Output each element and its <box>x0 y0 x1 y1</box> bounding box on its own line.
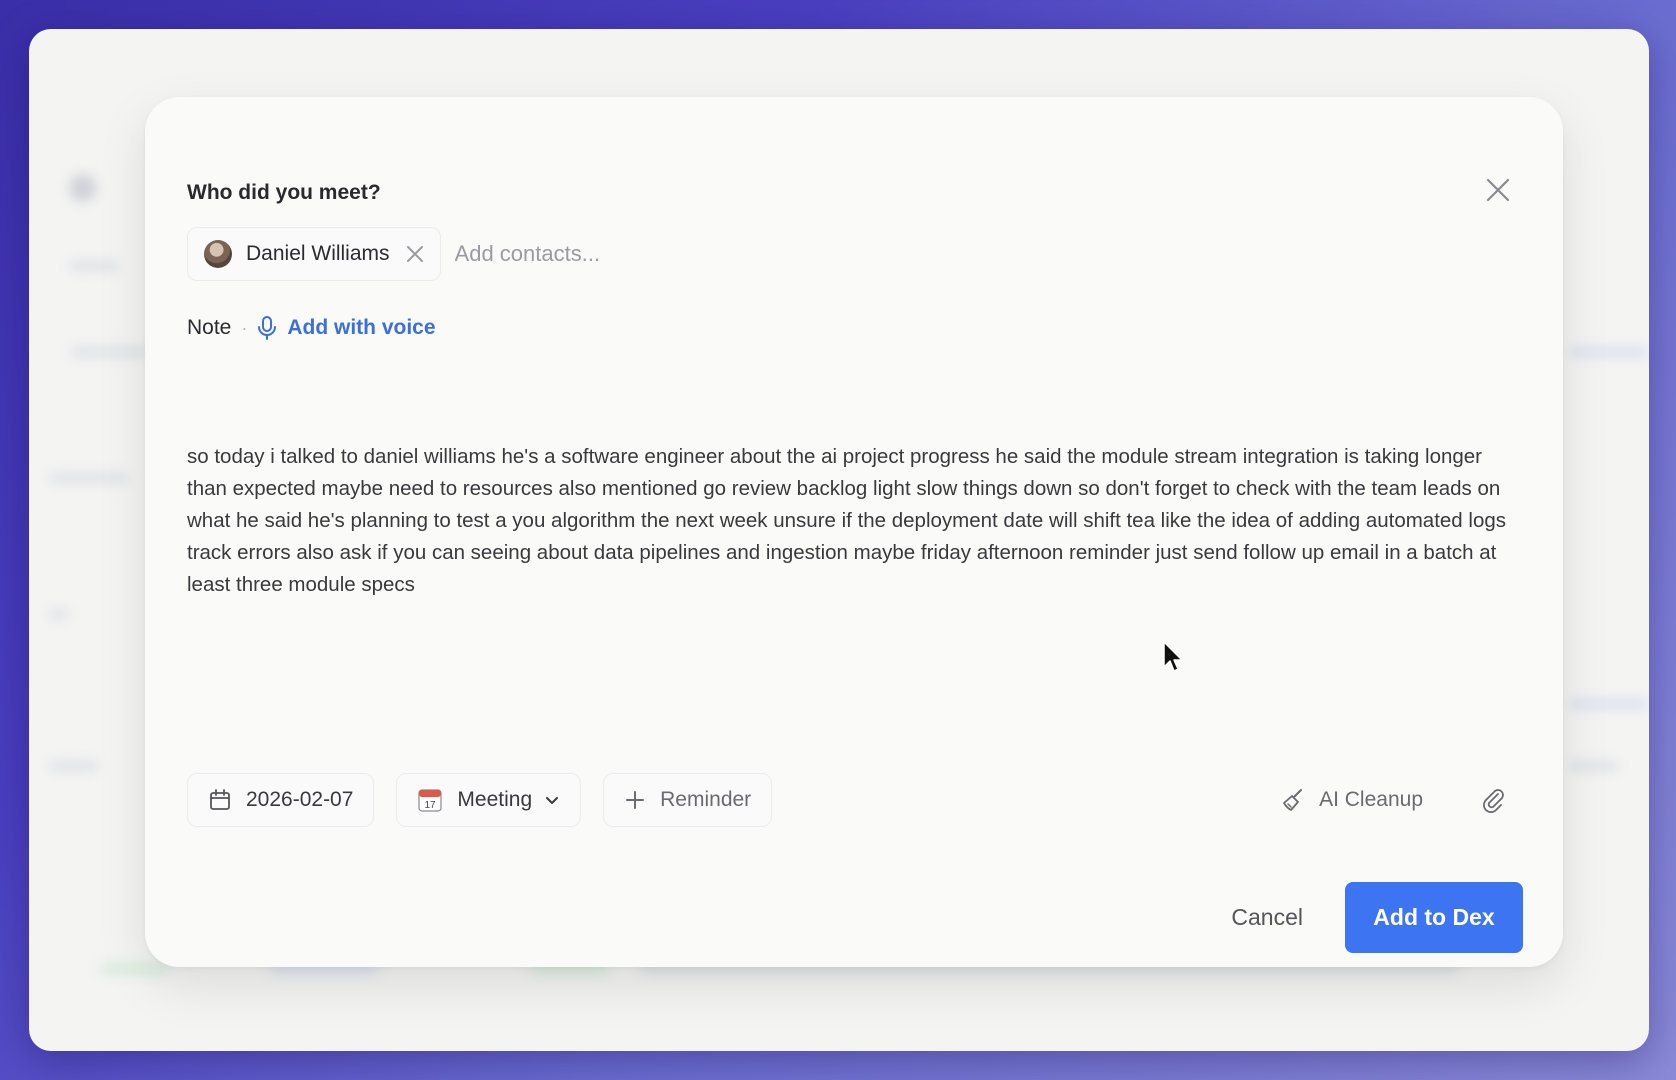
cursor-icon <box>1163 641 1183 672</box>
date-picker-button[interactable]: 2026-02-07 <box>187 773 375 827</box>
background-avatar <box>69 174 97 202</box>
close-button[interactable] <box>1481 173 1515 207</box>
dialog-heading: Who did you meet? <box>187 181 381 204</box>
close-icon <box>406 246 423 262</box>
background-line <box>49 761 99 771</box>
mouse-cursor <box>1162 640 1186 679</box>
add-note-dialog: Who did you meet? Daniel Williams Note · <box>145 97 1563 967</box>
paperclip-icon <box>1483 789 1504 813</box>
remove-contact-button[interactable] <box>406 245 424 263</box>
chevron-down-icon <box>546 797 559 804</box>
note-actions: AI Cleanup <box>1281 773 1507 827</box>
note-toolbar: 2026-02-07 17 Meeting Reminder <box>187 773 794 827</box>
broom-icon <box>1283 789 1303 811</box>
add-with-voice-label: Add with voice <box>287 316 436 339</box>
add-reminder-button[interactable]: Reminder <box>603 773 773 827</box>
background-line <box>69 347 149 357</box>
background-line <box>49 609 69 619</box>
close-icon <box>1486 178 1510 202</box>
calendar-emoji-icon: 17 <box>418 789 443 812</box>
svg-text:17: 17 <box>425 800 437 811</box>
background-line <box>49 473 129 483</box>
plus-icon <box>626 791 645 809</box>
interaction-type-value: Meeting <box>457 788 533 811</box>
note-header: Note · Add with voice <box>187 315 436 341</box>
ai-cleanup-label: AI Cleanup <box>1319 788 1423 811</box>
add-with-voice-button[interactable]: Add with voice <box>257 315 436 341</box>
interaction-type-select[interactable]: 17 Meeting <box>396 773 582 827</box>
separator: · <box>241 317 248 338</box>
note-textarea[interactable]: so today i talked to daniel williams he'… <box>187 441 1517 601</box>
ai-cleanup-button[interactable]: AI Cleanup <box>1281 787 1423 813</box>
avatar <box>204 240 232 268</box>
attach-button[interactable] <box>1479 786 1507 814</box>
app-window: Who did you meet? Daniel Williams Note · <box>29 29 1649 1051</box>
microphone-icon <box>258 316 277 340</box>
add-contacts-input[interactable] <box>454 241 755 267</box>
note-label: Note <box>187 316 232 339</box>
background-line <box>1569 761 1619 771</box>
calendar-icon <box>210 789 230 810</box>
date-value: 2026-02-07 <box>246 788 354 811</box>
dialog-footer: Cancel Add to Dex <box>1231 882 1523 953</box>
background-line <box>1569 699 1649 709</box>
contact-chip[interactable]: Daniel Williams <box>187 227 441 281</box>
cancel-button[interactable]: Cancel <box>1231 904 1303 931</box>
add-to-dex-button[interactable]: Add to Dex <box>1345 882 1523 953</box>
contact-name: Daniel Williams <box>246 242 390 265</box>
background-line <box>1569 347 1649 357</box>
background-line <box>99 964 169 974</box>
background-line <box>69 261 119 271</box>
reminder-label: Reminder <box>660 788 752 811</box>
contacts-row: Daniel Williams <box>187 227 755 281</box>
